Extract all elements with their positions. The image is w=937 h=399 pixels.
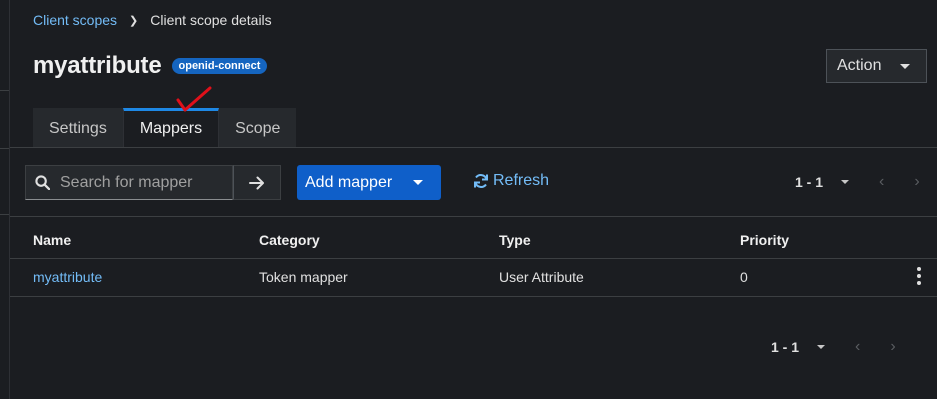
caret-down-icon bbox=[413, 180, 423, 185]
mapper-name-link[interactable]: myattribute bbox=[33, 269, 102, 285]
pagination-range: 1 - 1 bbox=[771, 339, 800, 355]
left-panel-edge bbox=[0, 0, 10, 399]
tab-settings[interactable]: Settings bbox=[33, 108, 123, 147]
previous-page-icon[interactable]: ‹ bbox=[879, 173, 884, 191]
pagination-top: 1 - 1 ‹ › bbox=[795, 173, 920, 191]
next-page-icon[interactable]: › bbox=[890, 338, 895, 356]
column-header-type: Type bbox=[499, 232, 531, 248]
breadcrumb-current: Client scope details bbox=[150, 12, 272, 28]
title-row: myattribute openid-connect bbox=[33, 52, 268, 80]
column-header-category: Category bbox=[259, 232, 320, 248]
add-mapper-button[interactable]: Add mapper bbox=[297, 165, 441, 200]
protocol-badge: openid-connect bbox=[171, 58, 268, 74]
previous-page-icon[interactable]: ‹ bbox=[855, 338, 860, 356]
mapper-priority: 0 bbox=[740, 269, 748, 285]
search-group bbox=[25, 165, 281, 200]
caret-down-icon bbox=[900, 63, 910, 69]
mapper-type: User Attribute bbox=[499, 269, 584, 285]
search-icon bbox=[35, 175, 50, 190]
pagination-range: 1 - 1 bbox=[795, 174, 824, 190]
red-checkmark-icon bbox=[176, 86, 212, 112]
per-page-dropdown-icon[interactable] bbox=[817, 345, 826, 349]
tabs: Settings Mappers Scope bbox=[33, 108, 297, 147]
kebab-menu-icon[interactable] bbox=[914, 267, 924, 285]
divider bbox=[10, 216, 937, 217]
search-field bbox=[25, 165, 233, 200]
breadcrumb-client-scopes-link[interactable]: Client scopes bbox=[33, 12, 117, 28]
refresh-button[interactable]: Refresh bbox=[473, 172, 549, 190]
column-header-name[interactable]: Name bbox=[33, 232, 71, 248]
divider bbox=[0, 148, 9, 149]
pagination-bottom: 1 - 1 ‹ › bbox=[771, 338, 896, 356]
divider bbox=[10, 258, 937, 259]
divider bbox=[0, 214, 9, 215]
page-title: myattribute bbox=[33, 52, 162, 79]
chevron-right-icon: ❯ bbox=[129, 14, 139, 27]
refresh-icon bbox=[474, 174, 488, 188]
next-page-icon[interactable]: › bbox=[914, 173, 919, 191]
search-submit-button[interactable] bbox=[233, 165, 281, 200]
per-page-dropdown-icon[interactable] bbox=[841, 180, 850, 184]
breadcrumb: Client scopes ❯ Client scope details bbox=[33, 12, 272, 28]
action-dropdown-button[interactable]: Action bbox=[826, 49, 927, 83]
tab-scope[interactable]: Scope bbox=[219, 108, 297, 147]
divider bbox=[10, 296, 937, 297]
action-label: Action bbox=[837, 57, 882, 74]
divider bbox=[0, 90, 9, 91]
tabs-divider bbox=[10, 147, 937, 148]
search-input[interactable] bbox=[58, 172, 232, 193]
column-header-priority: Priority bbox=[740, 232, 790, 248]
refresh-label: Refresh bbox=[493, 172, 550, 189]
add-mapper-label: Add mapper bbox=[305, 173, 393, 191]
mapper-category: Token mapper bbox=[259, 269, 348, 285]
arrow-right-icon bbox=[249, 176, 264, 189]
